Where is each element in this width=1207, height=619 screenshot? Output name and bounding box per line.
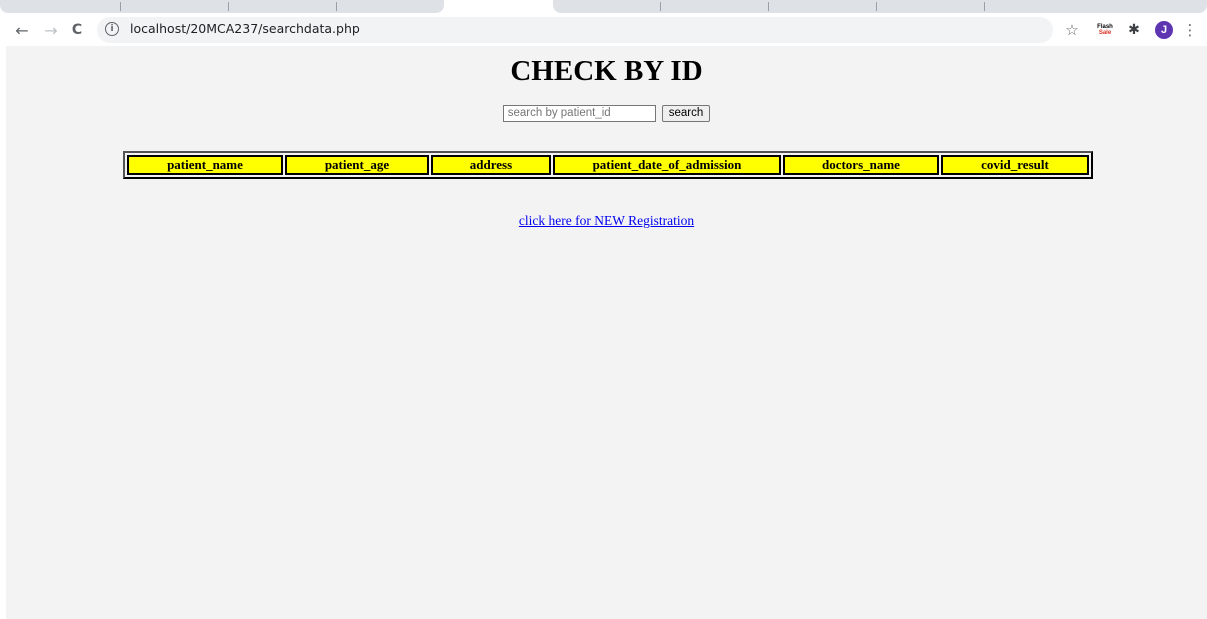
page-viewport: CHECK BY ID search patient_name patient_…	[6, 46, 1207, 619]
table-header-row: patient_name patient_age address patient…	[127, 155, 1089, 175]
registration-link-container: click here for NEW Registration	[6, 213, 1207, 229]
tab-divider	[660, 2, 661, 11]
tab-divider	[768, 2, 769, 11]
column-header-doctors-name: doctors_name	[782, 155, 939, 175]
address-bar[interactable]: i localhost/20MCA237/searchdata.php	[97, 17, 1053, 43]
star-icon[interactable]: ☆	[1062, 19, 1082, 41]
back-arrow-icon[interactable]: ←	[11, 19, 33, 41]
page-title: CHECK BY ID	[510, 55, 703, 87]
kebab-menu-icon[interactable]: ⋮	[1182, 19, 1198, 41]
tab-divider	[336, 2, 337, 11]
column-header-address: address	[430, 155, 551, 175]
column-header-admission-date: patient_date_of_admission	[552, 155, 781, 175]
extension-badge-bottom: Sale	[1098, 30, 1112, 36]
inactive-tabs-left[interactable]	[0, 0, 444, 13]
inactive-tabs-right[interactable]	[553, 0, 1207, 13]
new-registration-link[interactable]: click here for NEW Registration	[519, 213, 694, 228]
avatar[interactable]: J	[1154, 19, 1174, 41]
url-text[interactable]: localhost/20MCA237/searchdata.php	[130, 21, 360, 36]
search-form: search	[6, 104, 1207, 122]
tab-divider	[876, 2, 877, 11]
column-header-patient-age: patient_age	[284, 155, 429, 175]
profile-initial: J	[1155, 21, 1173, 39]
forward-arrow-icon[interactable]: →	[40, 19, 62, 41]
patient-table: patient_name patient_age address patient…	[123, 151, 1093, 179]
flash-sale-extension-icon[interactable]: Flash Sale	[1095, 19, 1115, 41]
puzzle-icon[interactable]: ✱	[1124, 19, 1144, 41]
column-header-patient-name: patient_name	[127, 155, 283, 175]
tab-strip	[0, 0, 1207, 14]
search-button[interactable]: search	[661, 104, 711, 122]
column-header-covid-result: covid_result	[940, 155, 1089, 175]
reload-icon[interactable]: C	[66, 19, 88, 41]
tab-divider	[120, 2, 121, 11]
tab-divider	[228, 2, 229, 11]
browser-toolbar: ← → C i localhost/20MCA237/searchdata.ph…	[0, 14, 1207, 46]
search-input[interactable]	[502, 104, 656, 122]
info-icon[interactable]: i	[105, 22, 119, 36]
tab-divider	[984, 2, 985, 11]
